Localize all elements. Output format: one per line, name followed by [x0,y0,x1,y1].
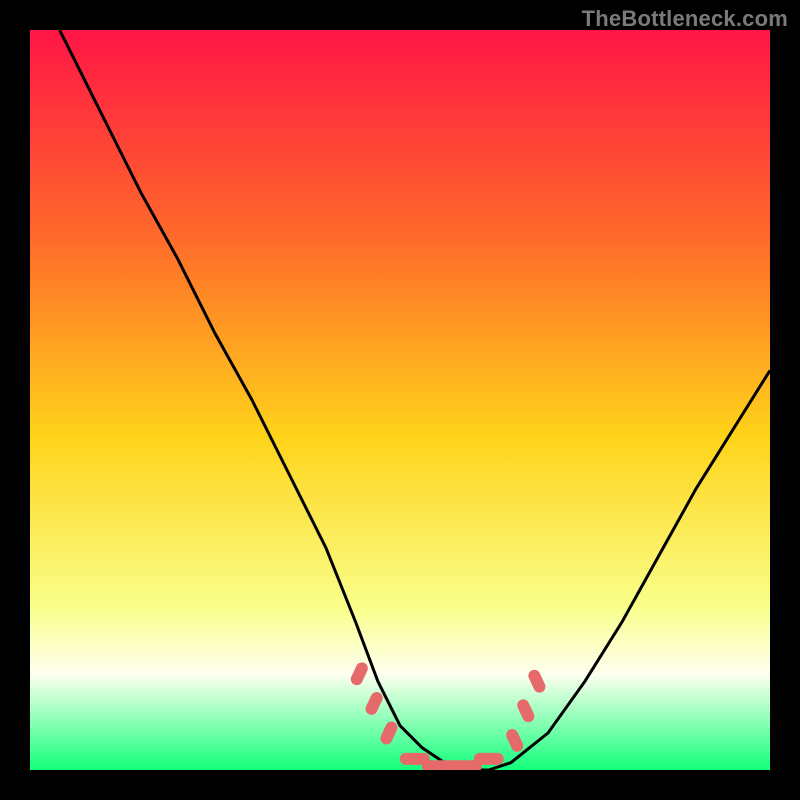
bottleneck-chart [30,30,770,770]
curve-marker [474,753,504,765]
outer-frame: TheBottleneck.com [0,0,800,800]
plot-area [30,30,770,770]
curve-marker [422,760,482,770]
watermark-text: TheBottleneck.com [582,6,788,32]
gradient-background [30,30,770,770]
